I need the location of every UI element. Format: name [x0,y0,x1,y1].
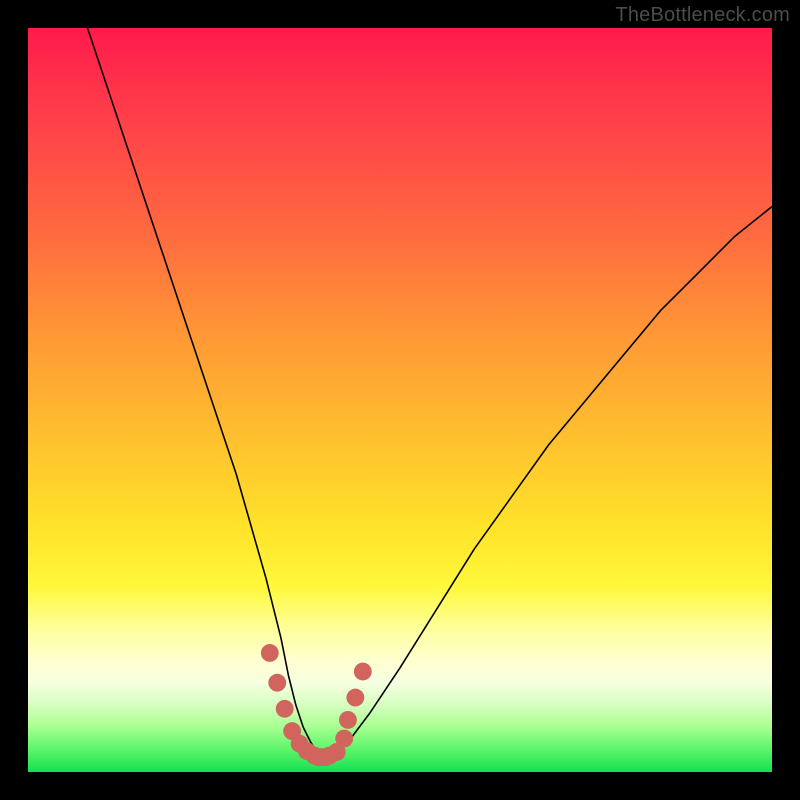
plot-area [28,28,772,772]
outer-frame: TheBottleneck.com [0,0,800,800]
watermark-text: TheBottleneck.com [615,4,790,27]
